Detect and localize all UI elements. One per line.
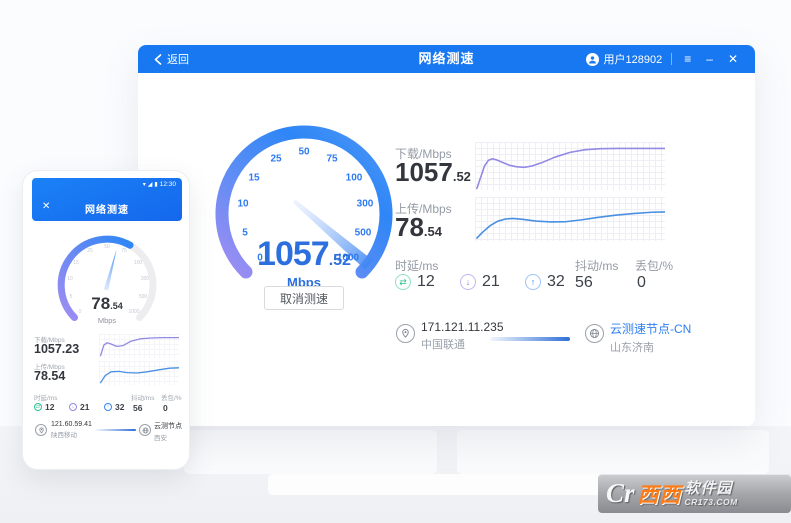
watermark-logo: Cr	[606, 480, 635, 507]
up-arrow-icon: ↑	[104, 403, 112, 411]
phone-mockup: ▾ ◢ ▮ 12:30 ✕ 网络测速	[22, 170, 190, 470]
down-arrow-icon: ↓	[69, 403, 77, 411]
phone-latency-item-ping: ⇄ 12	[34, 402, 54, 412]
phone-latency-item-upload: ↑ 32	[104, 402, 124, 412]
background-card-center	[268, 474, 626, 495]
phone-jitter-value: 56	[133, 403, 142, 413]
speedtest-window: 返回 网络测速 用户128902 ≡ – ✕	[138, 45, 755, 426]
client-info: 171.121.11.235 中国联通	[421, 320, 504, 352]
background-card-right	[457, 430, 769, 474]
minimize-icon[interactable]: –	[703, 51, 716, 67]
phone-latency-label: 时延/ms	[34, 392, 57, 402]
cancel-test-button[interactable]: 取消测速	[264, 286, 344, 310]
battery-icon: ▮	[154, 181, 157, 188]
back-chevron-icon	[154, 54, 162, 65]
menu-icon[interactable]: ≡	[681, 51, 694, 67]
phone-download-value: 1057.23	[34, 342, 79, 356]
titlebar-controls: 用户128902 ≡ – ✕	[586, 51, 755, 67]
phone-client-info: 121.60.59.41 陕西移动	[51, 421, 92, 439]
phone-status-bar: ▾ ◢ ▮ 12:30	[143, 181, 176, 188]
site-watermark: Cr 西西 软件园 CR173.COM	[598, 474, 791, 513]
phone-gauge-arc	[52, 230, 162, 340]
phone-loss-label: 丢包/%	[161, 392, 182, 402]
back-label: 返回	[167, 51, 189, 67]
client-ip: 121.60.59.41	[51, 421, 92, 428]
latency-value: 32	[547, 273, 565, 291]
latency-value: 32	[115, 402, 124, 412]
username: 用户128902	[604, 51, 663, 67]
phone-loss-value: 0	[163, 403, 168, 413]
watermark-suffix: 软件园	[685, 481, 733, 496]
location-pin-icon	[35, 424, 47, 436]
connection-line	[96, 429, 136, 431]
latency-item-ping: ⇄ 12	[395, 273, 435, 291]
node-name[interactable]: 云测节点	[154, 421, 182, 431]
titlebar-divider	[671, 53, 672, 65]
latency-item-upload: ↑ 32	[525, 273, 565, 291]
watermark-brand: 西西	[638, 479, 682, 509]
node-info: 云测速节点-CN 山东济南	[610, 320, 691, 355]
wifi-icon: ▾	[143, 181, 146, 188]
download-value: 1057.52	[395, 157, 471, 188]
latency-value: 12	[417, 273, 435, 291]
download-value-int: 1057	[395, 157, 453, 187]
phone-speed-gauge: 0 5 10 15 25 50 75 100 300 500 1000 78.5…	[52, 230, 162, 340]
phone-node-info: 云测节点 西安	[154, 421, 182, 442]
phone-title: 网络测速	[32, 201, 182, 216]
phone-download-chart	[99, 334, 179, 358]
page: 返回 网络测速 用户128902 ≡ – ✕	[0, 0, 791, 523]
globe-icon	[585, 324, 604, 343]
latency-item-download: ↓ 21	[460, 273, 500, 291]
location-pin-icon	[396, 324, 415, 343]
signal-icon: ◢	[148, 181, 153, 188]
phone-latency-item-download: ↓ 21	[69, 402, 89, 412]
gauge-arc	[209, 119, 399, 309]
jitter-value: 56	[575, 274, 593, 292]
connection-line	[490, 337, 570, 341]
status-time: 12:30	[160, 181, 176, 188]
download-chart	[475, 142, 665, 190]
latency-label: 时延/ms	[395, 257, 438, 274]
node-name[interactable]: 云测速节点-CN	[610, 320, 691, 337]
upload-value-dec: .54	[424, 224, 442, 239]
node-location: 西安	[154, 432, 182, 442]
upload-chart	[475, 197, 665, 241]
background-card-left	[184, 430, 437, 474]
window-title: 网络测速	[418, 45, 474, 73]
globe-icon	[139, 424, 151, 436]
jitter-label: 抖动/ms	[575, 257, 618, 274]
close-icon[interactable]: ✕	[725, 51, 741, 67]
client-isp: 陕西移动	[51, 429, 92, 439]
upload-value-int: 78	[395, 212, 424, 242]
latency-value: 21	[482, 273, 500, 291]
phone-jitter-label: 抖动/ms	[131, 392, 154, 402]
loss-value: 0	[637, 274, 646, 292]
titlebar: 返回 网络测速 用户128902 ≡ – ✕	[138, 45, 755, 73]
speed-gauge: 0 5 10 15 25 50 75 100 300 500 1000 1057…	[209, 119, 399, 309]
up-arrow-icon: ↑	[525, 274, 541, 290]
watermark-domain: CR173.COM	[685, 498, 738, 507]
client-ip: 171.121.11.235	[421, 320, 504, 334]
upload-value: 78.54	[395, 212, 442, 243]
phone-upload-chart	[99, 361, 179, 385]
latency-value: 21	[80, 402, 89, 412]
back-button[interactable]: 返回	[154, 51, 189, 67]
phone-upload-value: 78.54	[34, 369, 65, 383]
latency-value: 12	[45, 402, 54, 412]
phone-gauge-needle	[104, 249, 117, 290]
user-avatar-icon	[586, 53, 599, 66]
user-account[interactable]: 用户128902	[586, 51, 663, 67]
ping-icon: ⇄	[34, 403, 42, 411]
download-value-dec: .52	[453, 169, 471, 184]
gauge-needle	[293, 200, 373, 270]
down-arrow-icon: ↓	[460, 274, 476, 290]
phone-header: ▾ ◢ ▮ 12:30 ✕ 网络测速	[32, 178, 182, 221]
loss-label: 丢包/%	[635, 257, 673, 274]
node-location: 山东济南	[610, 339, 691, 355]
ping-icon: ⇄	[395, 274, 411, 290]
